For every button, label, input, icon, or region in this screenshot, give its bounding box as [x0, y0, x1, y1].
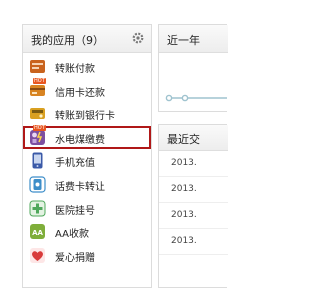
bank-card-icon	[30, 108, 45, 120]
recent-year-title: 近一年	[167, 34, 200, 47]
transfer-icon	[30, 60, 45, 73]
app-label: 转账付款	[55, 64, 95, 75]
phone-card-icon	[29, 176, 46, 193]
app-item-phone-card[interactable]: 话费卡转让	[23, 173, 151, 197]
recent-trades-panel: 最近交 2013. 2013. 2013. 2013.	[158, 124, 228, 288]
trade-date: 2013.	[171, 236, 197, 246]
app-item-utilities[interactable]: HOT 水电煤缴费	[23, 124, 151, 150]
recent-year-panel: 近一年	[158, 24, 228, 112]
app-label: 手机充值	[55, 158, 95, 170]
recent-year-header: 近一年	[159, 25, 228, 53]
gear-icon[interactable]	[131, 31, 145, 45]
recent-trades-header: 最近交	[159, 125, 228, 151]
trade-row[interactable]: 2013.	[159, 205, 228, 229]
credit-card-icon	[30, 84, 45, 96]
app-item-aa-collect[interactable]: AA AA收款	[23, 220, 151, 244]
svg-text:AA: AA	[32, 229, 43, 237]
hospital-icon	[29, 200, 46, 217]
trade-date: 2013.	[171, 184, 197, 194]
trade-date: 2013.	[171, 158, 197, 168]
alipay-page: 我的应用（9） 转账付款 HOT 信用卡还款 转账到银行卡 HOT 水电煤缴费 …	[0, 0, 228, 288]
app-label: 转账到银行卡	[55, 111, 115, 123]
app-label: 话费卡转让	[55, 181, 105, 193]
trade-date: 2013.	[171, 210, 197, 220]
app-item-bank-transfer[interactable]: 转账到银行卡	[23, 102, 151, 126]
aa-collect-icon: AA	[30, 224, 45, 240]
app-item-hospital[interactable]: 医院挂号	[23, 197, 151, 221]
app-item-donation[interactable]: 爱心捐赠	[23, 244, 151, 268]
recent-trades-title: 最近交	[167, 133, 200, 146]
app-label: 爱心捐赠	[55, 252, 95, 264]
hot-badge: HOT	[33, 124, 46, 131]
trade-row[interactable]: 2013.	[159, 179, 228, 203]
app-item-credit-card[interactable]: HOT 信用卡还款	[23, 77, 151, 103]
hot-badge: HOT	[33, 77, 46, 84]
app-label: 医院挂号	[55, 205, 95, 217]
donation-icon	[30, 247, 45, 263]
utilities-icon	[30, 129, 45, 145]
trade-row[interactable]: 2013.	[159, 231, 228, 255]
app-label: AA收款	[55, 229, 89, 241]
app-item-mobile-topup[interactable]: 手机充值	[23, 149, 151, 173]
app-list: 转账付款 HOT 信用卡还款 转账到银行卡 HOT 水电煤缴费 手机充值 话费卡…	[23, 55, 151, 267]
app-label: 信用卡还款	[55, 87, 105, 99]
mobile-icon	[32, 152, 43, 169]
app-label: 水电煤缴费	[55, 134, 105, 146]
my-apps-header: 我的应用（9）	[23, 25, 151, 53]
timeline-graphic	[165, 94, 227, 102]
app-item-transfer[interactable]: 转账付款	[23, 55, 151, 79]
trade-row[interactable]: 2013.	[159, 153, 228, 177]
my-apps-panel: 我的应用（9） 转账付款 HOT 信用卡还款 转账到银行卡 HOT 水电煤缴费 …	[22, 24, 152, 288]
my-apps-title: 我的应用（9）	[31, 34, 104, 47]
